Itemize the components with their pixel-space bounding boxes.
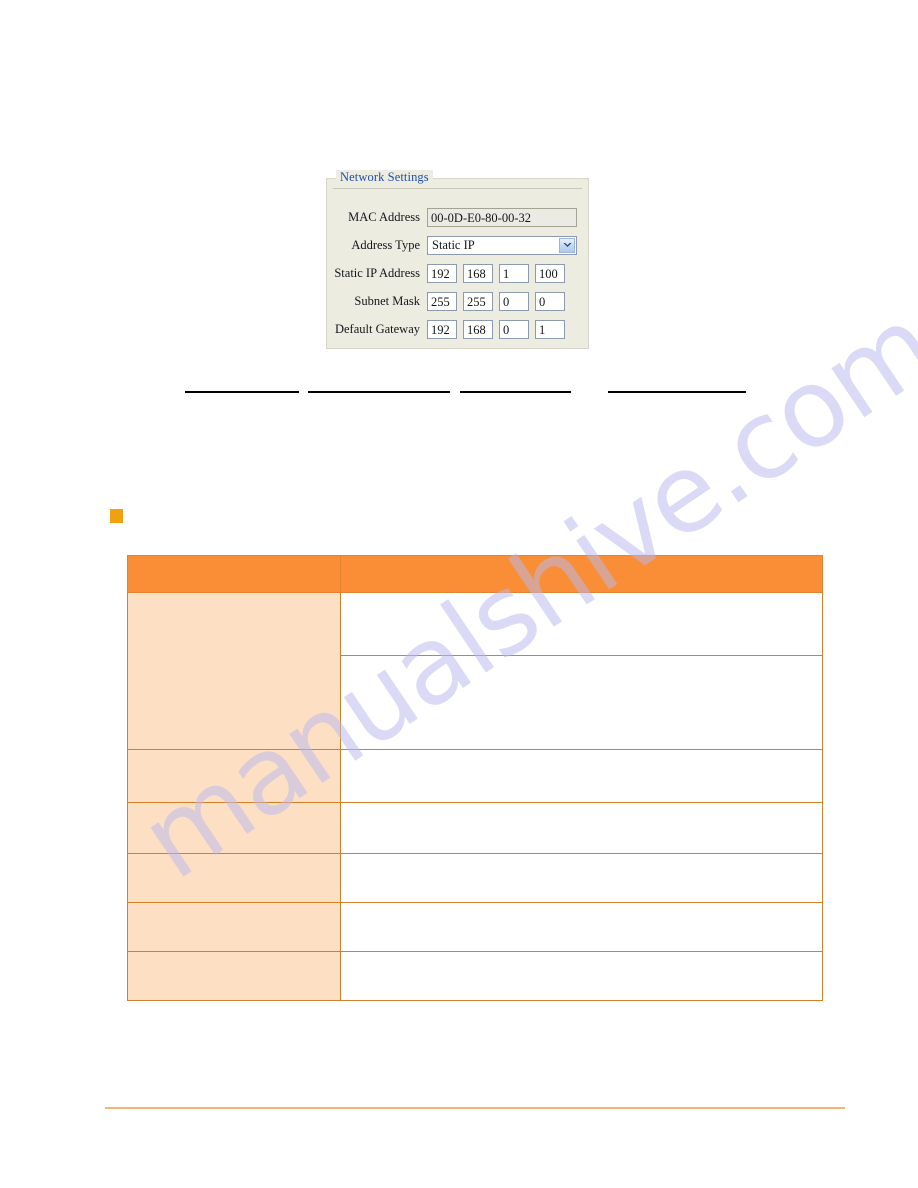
table-cell-label-text	[128, 854, 340, 862]
mac-address-label: MAC Address	[348, 209, 420, 224]
table-cell-label	[127, 853, 341, 903]
table-header-label-1	[128, 556, 340, 564]
static-ip-octet-2[interactable]: 168	[463, 263, 493, 283]
table-cell-value-text	[341, 750, 822, 758]
table-row	[127, 749, 823, 803]
table-header-label-2	[341, 556, 822, 564]
callout-underline	[185, 391, 299, 393]
section-bullet-icon	[110, 509, 123, 523]
table-cell-value-text	[341, 803, 822, 811]
table-cell-value	[340, 655, 823, 750]
subnet-mask-octet-1[interactable]: 255	[427, 291, 457, 311]
parameter-table	[127, 555, 823, 1001]
table-cell-value	[340, 592, 823, 656]
groupbox-rule	[333, 188, 582, 189]
static-ip-octet-4[interactable]: 100	[535, 263, 565, 283]
table-cell-label	[127, 749, 341, 803]
callout-underline	[308, 391, 450, 393]
callout-underline	[608, 391, 746, 393]
table-cell-label-text	[128, 593, 340, 601]
table-cell-value	[340, 802, 823, 854]
callout-underline	[460, 391, 571, 393]
table-row	[127, 853, 823, 903]
static-ip-label: Static IP Address	[334, 265, 420, 280]
table-cell-label	[127, 592, 341, 750]
table-header-cell-2	[340, 555, 823, 593]
table-row	[127, 592, 823, 750]
default-gateway-octet-2[interactable]: 168	[463, 319, 493, 339]
field-row-mac-address: MAC Address 00-0D-E0-80-00-32	[327, 206, 588, 228]
table-cell-label	[127, 802, 341, 854]
static-ip-octet-3[interactable]: 1	[499, 263, 529, 283]
field-row-static-ip: Static IP Address 192 168 1 100	[327, 262, 588, 284]
table-cell-value-text	[341, 903, 822, 911]
default-gateway-label: Default Gateway	[334, 321, 420, 336]
subnet-mask-label: Subnet Mask	[354, 293, 420, 308]
chevron-down-icon[interactable]	[559, 237, 575, 253]
table-cell-value	[340, 902, 823, 952]
table-cell-value	[340, 749, 823, 803]
field-row-default-gateway: Default Gateway 192 168 0 1	[327, 318, 588, 340]
table-cell-label-text	[128, 952, 340, 960]
table-header-cell-1	[127, 555, 341, 593]
network-settings-title: Network Settings	[336, 170, 433, 185]
network-settings-panel: Network Settings MAC Address 00-0D-E0-80…	[326, 170, 589, 349]
table-cell-value-text	[341, 656, 822, 664]
table-cell-label-text	[128, 750, 340, 758]
table-cell-value-text	[341, 854, 822, 862]
default-gateway-octet-1[interactable]: 192	[427, 319, 457, 339]
table-cell-value	[340, 853, 823, 903]
field-row-subnet-mask: Subnet Mask 255 255 0 0	[327, 290, 588, 312]
default-gateway-octets: 192 168 0 1	[427, 319, 565, 339]
table-cell-label-text	[128, 803, 340, 811]
table-cell-value-text	[341, 952, 822, 960]
table-row	[127, 951, 823, 1001]
subnet-mask-octet-2[interactable]: 255	[463, 291, 493, 311]
address-type-value: Static IP	[432, 237, 475, 252]
address-type-select[interactable]: Static IP	[427, 235, 577, 255]
table-cell-label	[127, 951, 341, 1001]
table-cell-value-text	[341, 593, 822, 601]
table-row	[127, 902, 823, 952]
default-gateway-octet-3[interactable]: 0	[499, 319, 529, 339]
mac-address-field: 00-0D-E0-80-00-32	[427, 207, 577, 227]
static-ip-octet-1[interactable]: 192	[427, 263, 457, 283]
default-gateway-octet-4[interactable]: 1	[535, 319, 565, 339]
footer-rule	[105, 1107, 845, 1109]
table-header-row	[127, 555, 823, 593]
subnet-mask-octet-4[interactable]: 0	[535, 291, 565, 311]
table-row	[127, 802, 823, 854]
subnet-mask-octet-3[interactable]: 0	[499, 291, 529, 311]
field-row-address-type: Address Type Static IP	[327, 234, 588, 256]
table-cell-value	[340, 951, 823, 1001]
static-ip-octets: 192 168 1 100	[427, 263, 565, 283]
table-cell-label	[127, 902, 341, 952]
table-cell-label-text	[128, 903, 340, 911]
subnet-mask-octets: 255 255 0 0	[427, 291, 565, 311]
address-type-label: Address Type	[351, 237, 420, 252]
